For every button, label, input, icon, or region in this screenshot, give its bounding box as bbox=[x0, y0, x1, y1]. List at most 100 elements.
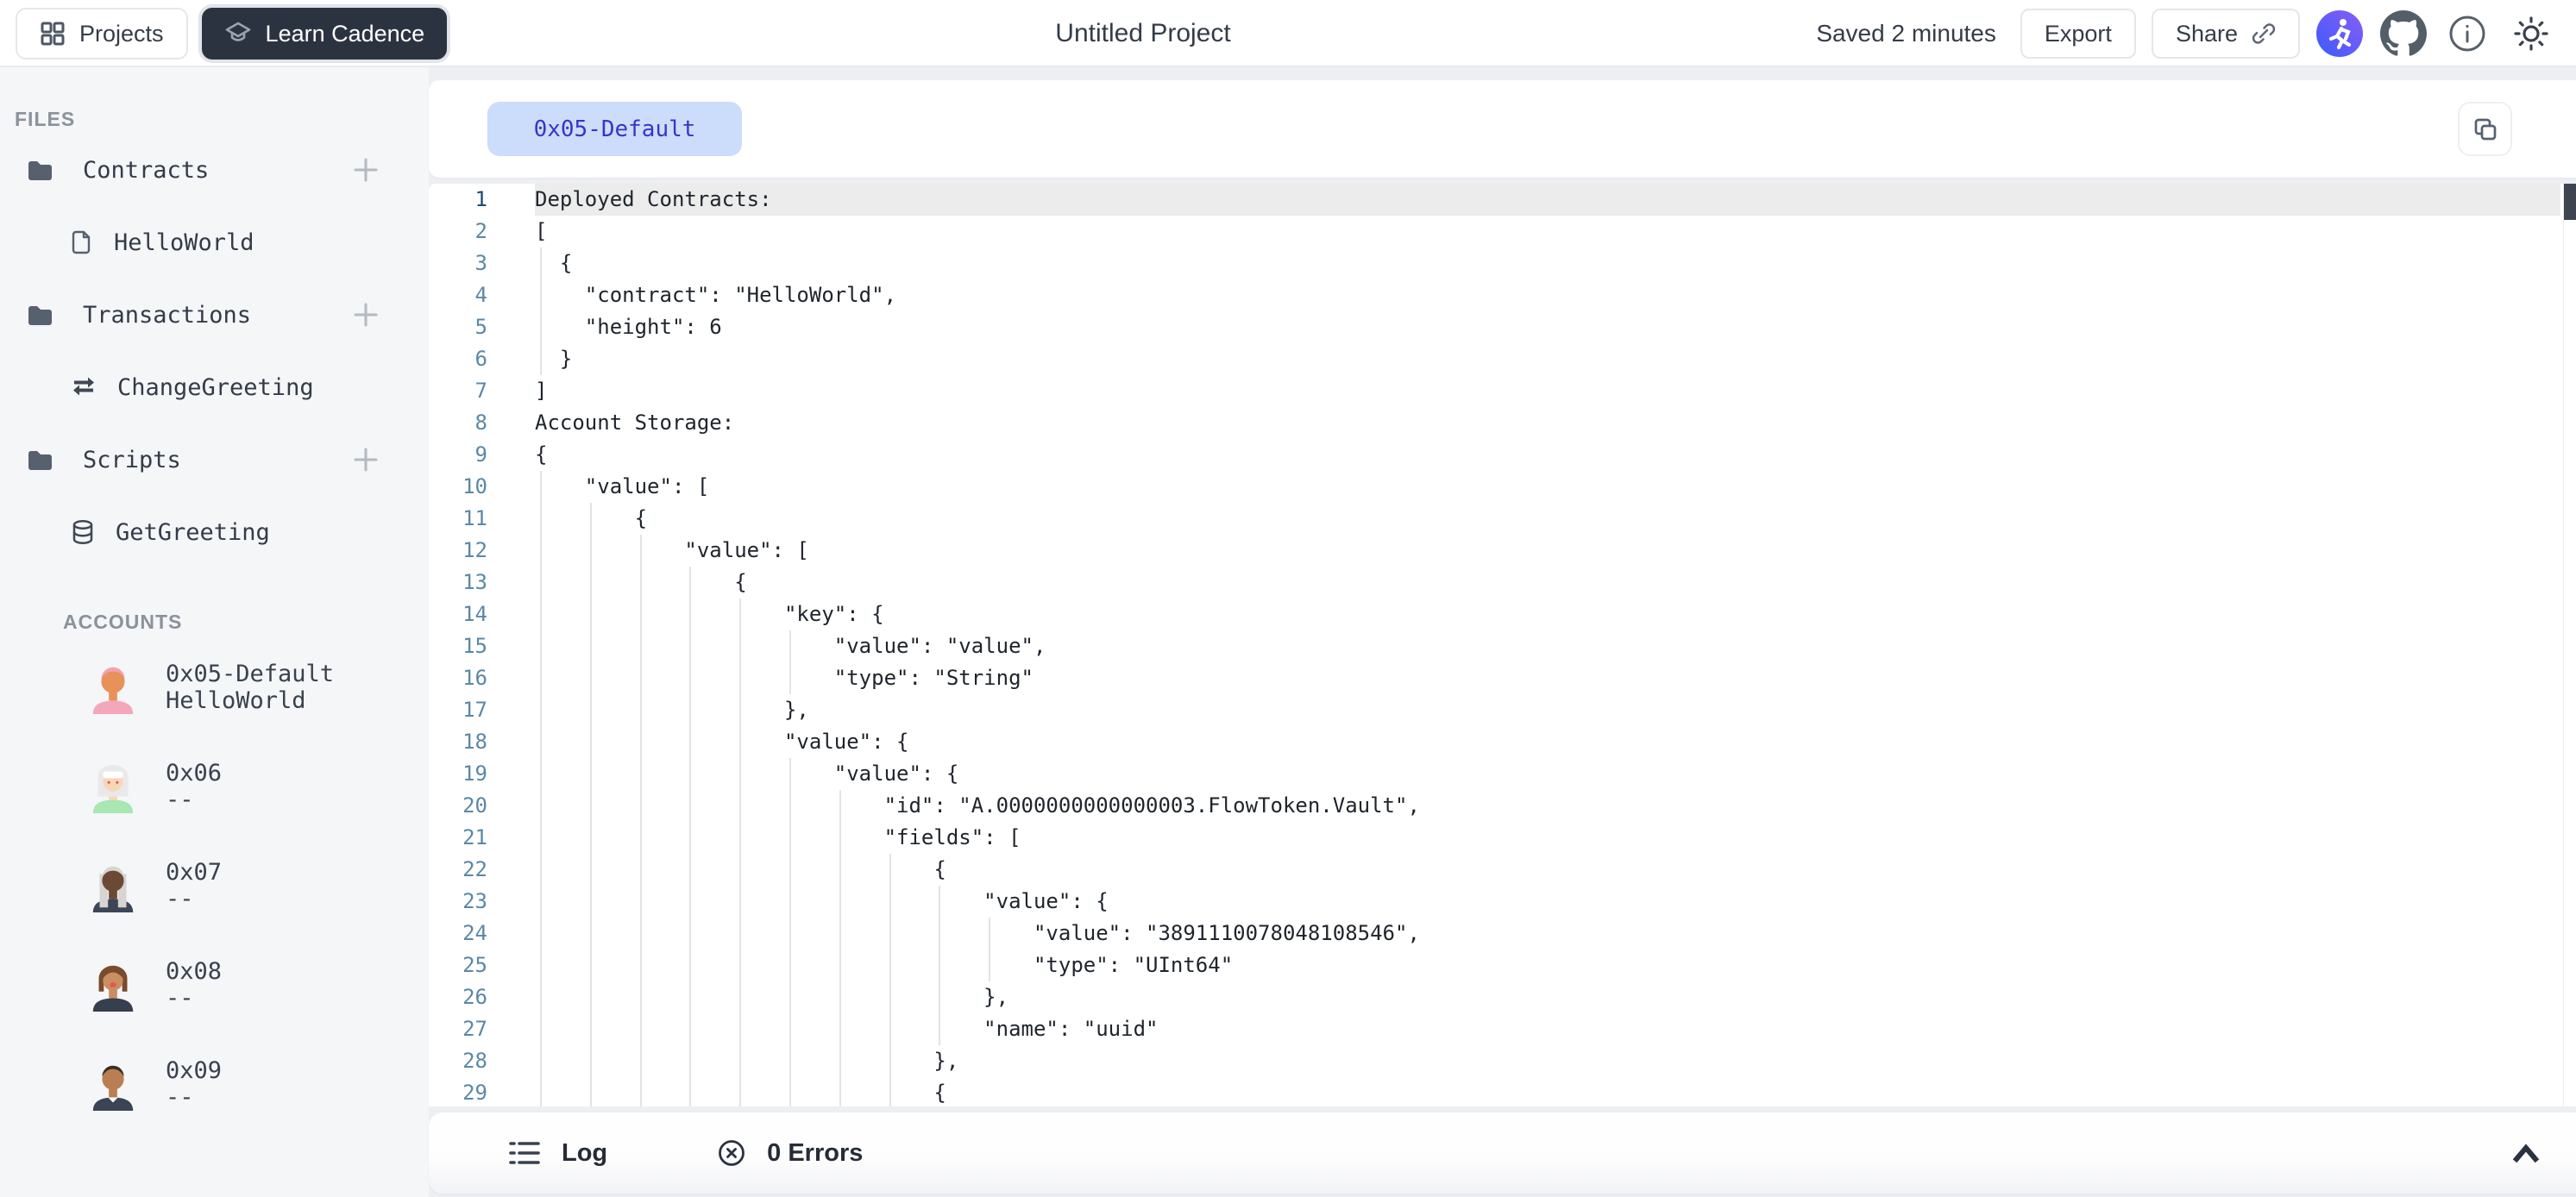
code-line[interactable]: }, bbox=[535, 981, 2560, 1013]
code-line[interactable]: { bbox=[535, 248, 2560, 279]
code-line[interactable]: { bbox=[535, 439, 2560, 471]
code-line[interactable]: "value": "value", bbox=[535, 630, 2560, 662]
code-line[interactable]: "type": "UInt64" bbox=[535, 949, 2560, 981]
project-title[interactable]: Untitled Project bbox=[1055, 0, 1230, 67]
sidebar-folder-transactions[interactable]: Transactions bbox=[0, 279, 429, 351]
indent-guide bbox=[640, 918, 642, 949]
indent-guide bbox=[590, 598, 592, 630]
code-line[interactable]: "id": "A.0000000000000003.FlowToken.Vaul… bbox=[535, 790, 2560, 822]
indent-guide bbox=[540, 630, 542, 662]
log-label: Log bbox=[562, 1139, 607, 1168]
account-row-0x09[interactable]: 0x09 -- bbox=[0, 1034, 429, 1133]
code-line[interactable]: "value": { bbox=[535, 886, 2560, 918]
indent-guide bbox=[739, 886, 741, 918]
code-line[interactable]: { bbox=[535, 567, 2560, 598]
account-row-0x05[interactable]: 0x05-Default HelloWorld bbox=[0, 637, 429, 736]
add-transaction-button[interactable] bbox=[351, 300, 380, 329]
projects-button[interactable]: Projects bbox=[16, 8, 188, 60]
code-line[interactable]: "type": "String" bbox=[535, 662, 2560, 694]
tab-0x05-default[interactable]: 0x05-Default bbox=[487, 102, 742, 156]
indent-guide bbox=[689, 726, 691, 758]
editor-code[interactable]: Deployed Contracts:[ { "contract": "Hell… bbox=[535, 184, 2560, 1106]
code-line[interactable]: "name": "uuid" bbox=[535, 1013, 2560, 1045]
github-link[interactable] bbox=[2379, 9, 2428, 58]
code-line[interactable]: } bbox=[535, 343, 2560, 375]
code-line[interactable]: { bbox=[535, 1077, 2560, 1106]
indent-guide bbox=[590, 949, 592, 981]
indent-guide bbox=[540, 981, 542, 1013]
code-line[interactable]: "value": "3891110078048108546", bbox=[535, 918, 2560, 949]
code-line[interactable]: }, bbox=[535, 1045, 2560, 1077]
sidebar-file-getgreeting[interactable]: GetGreeting bbox=[0, 496, 429, 568]
copy-button[interactable] bbox=[2458, 102, 2512, 156]
editor-scrollbar[interactable] bbox=[2563, 184, 2576, 1106]
contract-file-icon bbox=[71, 230, 93, 254]
account-row-0x07[interactable]: 0x07 -- bbox=[0, 836, 429, 935]
indent-guide bbox=[640, 981, 642, 1013]
share-button[interactable]: Share bbox=[2152, 9, 2300, 59]
export-button[interactable]: Export bbox=[2020, 9, 2136, 59]
code-line[interactable]: "value": { bbox=[535, 758, 2560, 790]
code-line[interactable]: "value": [ bbox=[535, 471, 2560, 503]
scrollbar-thumb[interactable] bbox=[2564, 184, 2576, 220]
learn-cadence-button[interactable]: Learn Cadence bbox=[202, 8, 448, 60]
account-deployed: -- bbox=[166, 985, 222, 1012]
account-deployed: HelloWorld bbox=[166, 687, 334, 714]
add-script-button[interactable] bbox=[351, 445, 380, 474]
line-number: 22 bbox=[429, 854, 518, 886]
add-contract-button[interactable] bbox=[351, 155, 380, 185]
indent-guide bbox=[640, 1077, 642, 1106]
code-editor[interactable]: 1234567891011121314151617181920212223242… bbox=[429, 184, 2576, 1106]
indent-guide bbox=[640, 854, 642, 886]
account-row-0x06[interactable]: 0x06 -- bbox=[0, 736, 429, 836]
indent-guide bbox=[590, 535, 592, 567]
indent-guide bbox=[590, 1045, 592, 1077]
sidebar-file-helloworld[interactable]: HelloWorld bbox=[0, 206, 429, 279]
indent-guide bbox=[839, 854, 841, 886]
code-line[interactable]: "fields": [ bbox=[535, 822, 2560, 854]
line-number: 11 bbox=[429, 503, 518, 535]
theme-toggle-button[interactable] bbox=[2507, 9, 2555, 58]
line-number: 25 bbox=[429, 949, 518, 981]
code-line[interactable]: "height": 6 bbox=[535, 311, 2560, 343]
code-line[interactable]: { bbox=[535, 854, 2560, 886]
playground-avatar[interactable] bbox=[2315, 9, 2364, 58]
log-tab[interactable]: Log bbox=[508, 1138, 607, 1168]
indent-guide bbox=[739, 949, 741, 981]
indent-guide bbox=[739, 694, 741, 726]
indent-guide bbox=[540, 854, 542, 886]
code-line[interactable]: "key": { bbox=[535, 598, 2560, 630]
info-button[interactable] bbox=[2443, 9, 2491, 58]
line-number: 15 bbox=[429, 630, 518, 662]
log-panel-header[interactable]: Log 0 Errors bbox=[429, 1112, 2576, 1194]
code-line[interactable]: [ bbox=[535, 216, 2560, 248]
indent-guide bbox=[640, 567, 642, 598]
indent-guide bbox=[640, 758, 642, 790]
sidebar-file-changegreeting[interactable]: ChangeGreeting bbox=[0, 351, 429, 423]
code-line[interactable]: }, bbox=[535, 694, 2560, 726]
code-line[interactable]: "value": [ bbox=[535, 535, 2560, 567]
indent-guide bbox=[590, 790, 592, 822]
code-line[interactable]: { bbox=[535, 503, 2560, 535]
code-line[interactable]: Deployed Contracts: bbox=[535, 184, 2560, 216]
indent-guide bbox=[939, 918, 940, 949]
errors-tab[interactable]: 0 Errors bbox=[717, 1138, 863, 1168]
line-number: 21 bbox=[429, 822, 518, 854]
code-line[interactable]: Account Storage: bbox=[535, 407, 2560, 439]
indent-guide bbox=[839, 1013, 841, 1045]
indent-guide bbox=[789, 918, 791, 949]
projects-label: Projects bbox=[79, 21, 164, 47]
indent-guide bbox=[689, 1013, 691, 1045]
indent-guide bbox=[590, 886, 592, 918]
sidebar-folder-contracts[interactable]: Contracts bbox=[0, 134, 429, 206]
account-row-0x08[interactable]: 0x08 -- bbox=[0, 935, 429, 1034]
indent-guide bbox=[590, 726, 592, 758]
expand-log-button[interactable] bbox=[2510, 1141, 2541, 1165]
code-line[interactable]: "contract": "HelloWorld", bbox=[535, 279, 2560, 311]
indent-guide bbox=[540, 918, 542, 949]
code-line[interactable]: ] bbox=[535, 375, 2560, 407]
sidebar-folder-scripts[interactable]: Scripts bbox=[0, 423, 429, 496]
indent-guide bbox=[540, 822, 542, 854]
code-line[interactable]: "value": { bbox=[535, 726, 2560, 758]
indent-guide bbox=[789, 886, 791, 918]
